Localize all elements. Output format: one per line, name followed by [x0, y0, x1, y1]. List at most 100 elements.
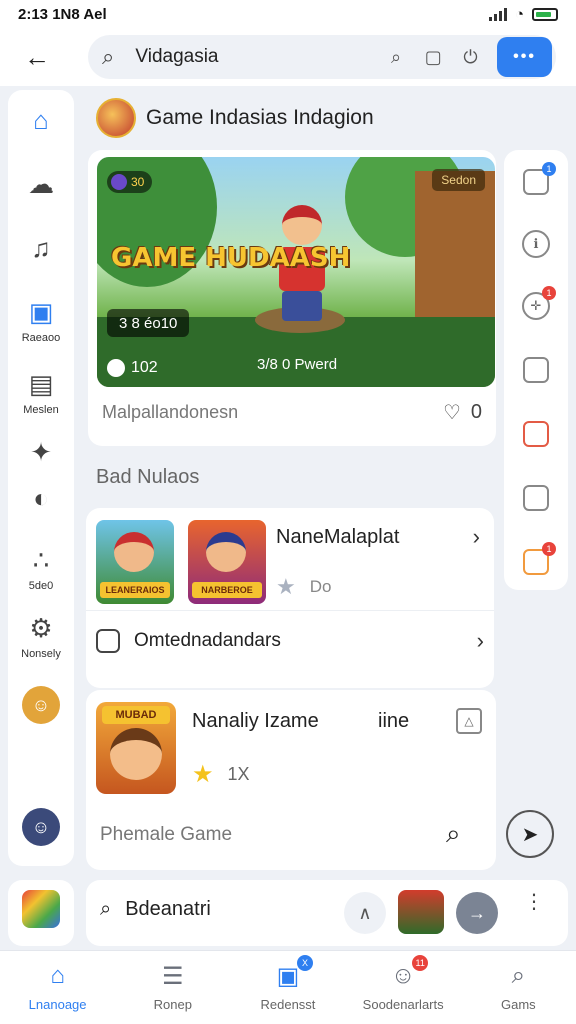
top-bar: ← ⌕ ⌕ ▢ ⏻ •••	[0, 28, 576, 86]
chat-icon	[96, 629, 120, 653]
rail-item-messages[interactable]: ▤ Meslen	[8, 366, 74, 417]
featured-rating: ★ 1X	[192, 761, 250, 788]
likes[interactable]: ♡ 0	[443, 400, 482, 425]
magnifier-icon[interactable]: ⌕	[446, 818, 461, 850]
more-vertical-icon[interactable]: ⋮	[524, 892, 544, 912]
divider	[86, 610, 494, 611]
rail-label: Nonsely	[21, 648, 61, 660]
edit-icon[interactable]: ▢	[417, 40, 450, 74]
hero-players: 102	[107, 359, 158, 377]
chevron-right-icon[interactable]: ›	[473, 524, 480, 550]
tab-home[interactable]: ⌂ Lnanoage	[3, 951, 113, 1024]
status-icons: ◔	[488, 5, 558, 23]
share-icon[interactable]: △	[456, 708, 482, 734]
game-logo: GAME HUDAASH	[111, 243, 351, 273]
badge: 1	[542, 542, 556, 556]
search-icon: ⌕	[102, 44, 115, 69]
tab-profile[interactable]: ☺ 11 Soodenarlarts	[348, 951, 458, 1024]
wifi-icon: ◔	[514, 5, 524, 23]
chevron-right-icon[interactable]: ›	[477, 628, 484, 654]
tab-label: Lnanoage	[28, 997, 87, 1012]
featured-card[interactable]: MUBAD Nanaliy Izame iine △ ★ 1X Phemale G…	[86, 690, 554, 870]
hero-meta: Malpallandonesn	[102, 402, 239, 422]
featured-extra: iine	[378, 710, 410, 732]
game-avatar[interactable]	[96, 98, 136, 138]
music-icon: ♫	[31, 232, 51, 263]
profile-avatar-icon: ☺	[22, 808, 60, 846]
forward-button[interactable]: →	[456, 892, 498, 934]
search-bar: ⌕ ⌕ ▢ ⏻ •••	[88, 35, 556, 79]
rail-item-palette[interactable]: ◐	[8, 480, 74, 516]
rail-item-stats[interactable]: ∴ 5de0	[8, 542, 74, 593]
battery-icon	[532, 7, 558, 21]
bottom-card-title: ⌕ Bdeanatri	[100, 898, 211, 920]
status-time: 2:13 1N8 Ael	[18, 5, 107, 23]
go-button[interactable]: ➤	[506, 810, 554, 858]
rr-tag[interactable]	[522, 484, 550, 512]
tab-label: Ronep	[153, 997, 192, 1012]
palette-icon: ◐	[33, 482, 49, 513]
game-thumbnail[interactable]: NARBEROE	[188, 520, 266, 604]
rail-item-profile[interactable]: ☺	[8, 808, 74, 846]
game-header: Game Indasias Indagion	[96, 98, 374, 138]
hero-card[interactable]: GAME HUDAASH 30 Sedon 3 8 éo10 102 3/8 0…	[88, 150, 496, 446]
menu-button[interactable]: •••	[497, 37, 552, 77]
edit-note-icon	[523, 421, 549, 447]
tab-bar: ⌂ Lnanoage ☰ Ronep ▣ X Redensst ☺ 11 Soode…	[0, 950, 576, 1024]
hero-pill: 3 8 éo10	[107, 309, 190, 337]
star-icon: ★	[276, 574, 296, 599]
power-icon[interactable]: ⏻	[454, 40, 487, 74]
tab-label: Gams	[501, 997, 536, 1012]
bottom-card-thumbnail[interactable]	[398, 890, 444, 934]
page-title: Game Indasias Indagion	[146, 106, 374, 129]
rr-flag[interactable]: 1	[522, 162, 556, 196]
folder-icon: ▤	[28, 368, 54, 399]
featured-title: Nanaliy Izame	[192, 710, 319, 732]
camera-icon: ▣	[28, 296, 54, 327]
rr-target[interactable]: ✛ 1	[522, 286, 556, 320]
tab-news[interactable]: ☰ Ronep	[118, 951, 228, 1024]
badge: 1	[542, 162, 556, 176]
search-icon: ⌕	[511, 962, 526, 989]
rail-item-library[interactable]: ♫	[8, 230, 74, 266]
person-icon: ☺ 11	[388, 955, 429, 991]
rail-item-social[interactable]: ☁	[8, 166, 74, 202]
rail-item-camera[interactable]: ▣ Raeaoo	[8, 294, 74, 345]
rail-item-friends[interactable]: ✦	[8, 434, 74, 470]
online-row[interactable]: Omtednadandars ›	[96, 628, 484, 654]
tab-search[interactable]: ⌕ Gams	[463, 951, 573, 1024]
tab-game[interactable]: ▣ X Redensst	[233, 951, 343, 1024]
featured-thumbnail[interactable]: MUBAD	[96, 702, 176, 794]
rail-label: Meslen	[23, 404, 59, 416]
badge-icon	[111, 174, 127, 190]
game-thumbnail[interactable]: LEANERAIOS	[96, 520, 174, 604]
tab-label: Redensst	[260, 997, 316, 1012]
bottom-card[interactable]: ⌕ Bdeanatri ∧ → ⋮	[86, 880, 568, 946]
heart-icon[interactable]: ♡	[443, 400, 461, 425]
search-input[interactable]	[135, 46, 376, 68]
hero-badge-left: 30	[107, 171, 153, 193]
rail-label: Raeaoo	[21, 332, 61, 344]
list-icon: ☰	[162, 962, 184, 990]
rail-item-game-avatar[interactable]: ☺	[8, 686, 74, 724]
signal-icon	[488, 7, 507, 21]
rail-item-home[interactable]: ⌂	[8, 102, 74, 138]
search-action-icon[interactable]: ⌕	[379, 40, 412, 74]
collapse-button[interactable]: ∧	[344, 892, 386, 934]
hero-footer: Malpallandonesn ♡ 0	[102, 400, 482, 425]
rr-edit[interactable]	[522, 420, 550, 448]
featured-input-placeholder[interactable]: Phemale Game	[100, 824, 232, 846]
recommended-card[interactable]: LEANERAIOS NARBEROE NaneMalaplat › ★ Do O…	[86, 508, 494, 688]
rr-gift[interactable]	[522, 356, 550, 384]
recommended-rating: ★ Do	[276, 574, 332, 599]
players-icon	[107, 359, 125, 377]
rail-item-settings[interactable]: ⚙ Nonsely	[8, 610, 74, 661]
section-title: Bad Nulaos	[96, 466, 200, 488]
rr-mail[interactable]: 1	[522, 542, 556, 576]
gift-icon	[523, 357, 549, 383]
right-rail: 1 ℹ ✛ 1 1	[504, 150, 568, 590]
hero-banner[interactable]: GAME HUDAASH 30 Sedon 3 8 éo10 102 3/8 0…	[97, 157, 495, 387]
bottom-game-icon[interactable]	[8, 880, 74, 946]
rr-info[interactable]: ℹ	[522, 230, 550, 258]
back-arrow-icon[interactable]: ←	[14, 34, 60, 80]
